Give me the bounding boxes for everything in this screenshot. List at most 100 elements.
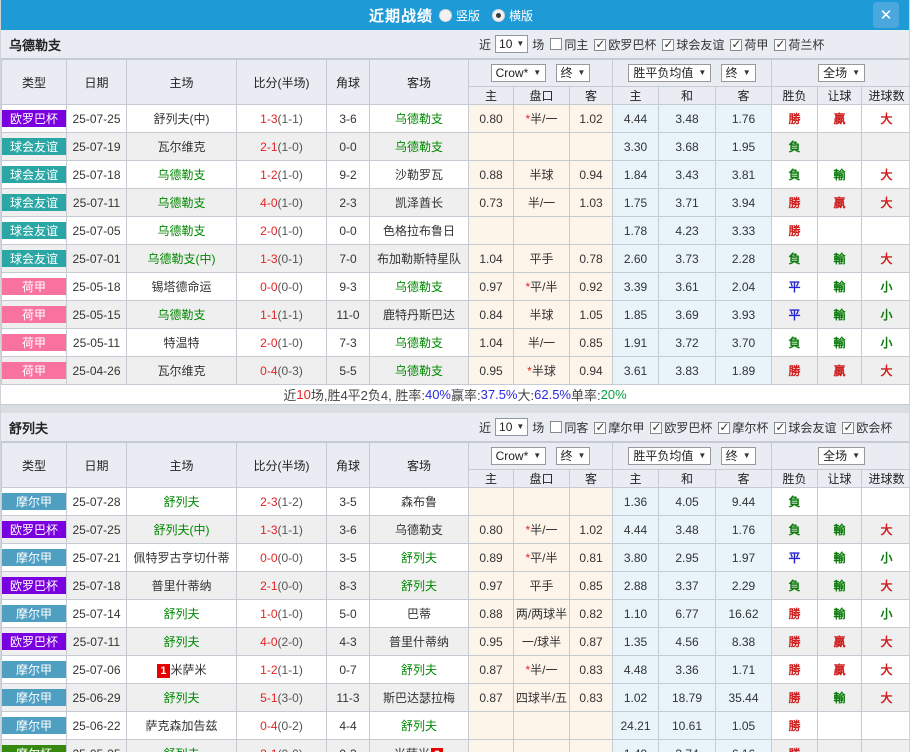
- home-team: 乌德勒支(中): [148, 252, 216, 266]
- cell-type: 球会友谊: [2, 161, 67, 189]
- league-filter-label[interactable]: 欧罗巴杯: [664, 421, 712, 435]
- league-filter-label[interactable]: 球会友谊: [676, 38, 724, 52]
- cell-home: 舒列夫: [127, 600, 237, 628]
- league-type-badge: 欧罗巴杯: [2, 110, 66, 127]
- col-away: 客场: [370, 60, 469, 105]
- cell-avg-away: 3.81: [716, 161, 772, 189]
- league-filter-label[interactable]: 荷兰杯: [788, 38, 824, 52]
- cell-avg-draw: 18.79: [659, 684, 716, 712]
- cell-away: 沙勒罗瓦: [370, 161, 469, 189]
- home-team: 乌德勒支: [157, 196, 205, 210]
- league-filter[interactable]: 摩尔甲: [588, 421, 644, 435]
- avg-time-select[interactable]: 终▼: [721, 64, 756, 82]
- cell-avg-draw: 6.77: [659, 600, 716, 628]
- checkbox-checked-icon[interactable]: [730, 39, 742, 51]
- cell-handicap-result: [818, 740, 862, 752]
- cell-goals-result: 小: [862, 301, 910, 329]
- odds-time-select[interactable]: 终▼: [556, 64, 591, 82]
- checkbox-checked-icon[interactable]: [594, 39, 606, 51]
- league-type-badge: 球会友谊: [2, 138, 66, 155]
- odds-group-header: Crow*▼ 终▼: [469, 443, 613, 470]
- league-filter[interactable]: 摩尔杯: [712, 421, 768, 435]
- cell-home: 特温特: [127, 329, 237, 357]
- rank-badge: 2: [431, 748, 443, 752]
- cell-wdl-result: 負: [772, 488, 818, 516]
- sub-col-avg-away: 客: [716, 87, 772, 105]
- checkbox-checked-icon[interactable]: [774, 39, 786, 51]
- close-button[interactable]: ✕: [873, 2, 899, 28]
- horizontal-layout-label[interactable]: 横版: [509, 7, 533, 24]
- cell-wdl-result: 勝: [772, 628, 818, 656]
- recent-count-select[interactable]: 10▼: [495, 35, 528, 53]
- same-venue-label[interactable]: 同客: [564, 419, 588, 436]
- vertical-layout-label[interactable]: 竖版: [456, 7, 480, 24]
- sub-col-home-odds: 主: [469, 87, 514, 105]
- cell-type: 荷甲: [2, 301, 67, 329]
- horizontal-layout-radio[interactable]: [492, 9, 505, 22]
- cell-score: 2-1(0-0): [237, 740, 327, 752]
- cell-wdl-result: 平: [772, 544, 818, 572]
- cell-wdl-result: 負: [772, 329, 818, 357]
- league-filter-label[interactable]: 摩尔甲: [608, 421, 644, 435]
- checkbox-checked-icon[interactable]: [718, 422, 730, 434]
- same-venue-checkbox[interactable]: [550, 38, 562, 50]
- checkbox-checked-icon[interactable]: [774, 422, 786, 434]
- same-venue-label[interactable]: 同主: [564, 36, 588, 53]
- checkbox-checked-icon[interactable]: [650, 422, 662, 434]
- cell-avg-draw: 3.71: [659, 189, 716, 217]
- fulltime-select[interactable]: 全场▼: [818, 447, 865, 465]
- checkbox-checked-icon[interactable]: [842, 422, 854, 434]
- checkbox-checked-icon[interactable]: [662, 39, 674, 51]
- away-team: 舒列夫: [401, 551, 437, 565]
- cell-away: 乌德勒支: [370, 357, 469, 385]
- cell-avg-home: 4.44: [613, 105, 659, 133]
- same-venue-checkbox[interactable]: [550, 421, 562, 433]
- sub-col-wdl: 胜负: [772, 470, 818, 488]
- avg-time-select[interactable]: 终▼: [721, 447, 756, 465]
- cell-score: 1-2(1-0): [237, 161, 327, 189]
- league-filter[interactable]: 荷兰杯: [768, 38, 824, 52]
- fulltime-select[interactable]: 全场▼: [818, 64, 865, 82]
- cell-handicap: 半/一: [514, 329, 570, 357]
- cell-avg-away: 3.94: [716, 189, 772, 217]
- checkbox-checked-icon[interactable]: [594, 422, 606, 434]
- league-filter[interactable]: 欧会杯: [836, 421, 892, 435]
- odds-time-select[interactable]: 终▼: [556, 447, 591, 465]
- league-filter-label[interactable]: 荷甲: [744, 38, 768, 52]
- avg-odds-select[interactable]: 胜平负均值▼: [628, 447, 711, 465]
- avg-odds-select[interactable]: 胜平负均值▼: [628, 64, 711, 82]
- cell-away: 色格拉布鲁日: [370, 217, 469, 245]
- cell-wdl-result: 勝: [772, 105, 818, 133]
- cell-avg-draw: 3.68: [659, 133, 716, 161]
- cell-handicap-result: 輸: [818, 329, 862, 357]
- rank-badge: 1: [157, 664, 169, 678]
- games-label: 场: [532, 419, 544, 436]
- league-filter-label[interactable]: 欧罗巴杯: [608, 38, 656, 52]
- league-filter[interactable]: 球会友谊: [768, 421, 836, 435]
- cell-avg-away: 6.16: [716, 740, 772, 752]
- vertical-layout-radio[interactable]: [439, 9, 452, 22]
- league-filter[interactable]: 欧罗巴杯: [588, 38, 656, 52]
- cell-away: 米萨米2: [370, 740, 469, 752]
- cell-away-odds: [570, 712, 613, 740]
- cell-corner: 11-0: [327, 301, 370, 329]
- league-type-badge: 欧罗巴杯: [2, 521, 66, 538]
- cell-score: 1-0(1-0): [237, 600, 327, 628]
- odds-source-select[interactable]: Crow*▼: [491, 64, 547, 82]
- league-filter-label[interactable]: 球会友谊: [788, 421, 836, 435]
- league-filter[interactable]: 欧罗巴杯: [644, 421, 712, 435]
- cell-away-odds: 0.83: [570, 656, 613, 684]
- cell-avg-home: 4.48: [613, 656, 659, 684]
- home-team: 锡塔德命运: [151, 280, 211, 294]
- league-filter-label[interactable]: 摩尔杯: [732, 421, 768, 435]
- league-filter-label[interactable]: 欧会杯: [856, 421, 892, 435]
- league-filter[interactable]: 荷甲: [724, 38, 768, 52]
- odds-source-select[interactable]: Crow*▼: [491, 447, 547, 465]
- cell-away-odds: 0.92: [570, 273, 613, 301]
- recent-count-select[interactable]: 10▼: [495, 418, 528, 436]
- league-filters: 摩尔甲 欧罗巴杯 摩尔杯 球会友谊 欧会杯: [588, 419, 892, 436]
- sub-col-away-odds: 客: [570, 470, 613, 488]
- cell-score: 2-1(1-0): [237, 133, 327, 161]
- home-team: 瓦尔维克: [157, 364, 205, 378]
- league-filter[interactable]: 球会友谊: [656, 38, 724, 52]
